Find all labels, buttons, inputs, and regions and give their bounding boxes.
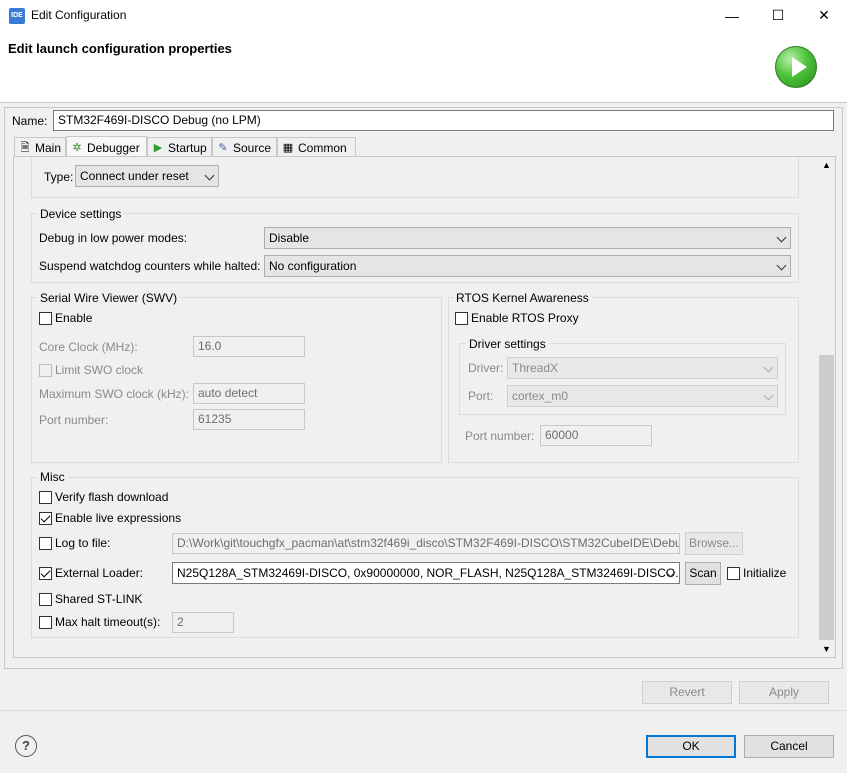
tab-source[interactable]: ✎ Source: [212, 137, 277, 157]
chevron-down-icon: [763, 390, 774, 401]
max-halt-label: Max halt timeout(s):: [55, 615, 161, 629]
scrollbar-thumb[interactable]: [819, 355, 834, 640]
swv-title: Serial Wire Viewer (SWV): [37, 291, 181, 305]
live-expressions-label: Enable live expressions: [55, 511, 182, 525]
type-label: Type:: [44, 170, 74, 184]
ide-app-icon: IDE: [9, 8, 25, 24]
maximize-button[interactable]: ☐: [755, 0, 801, 31]
tab-debugger[interactable]: ✲ Debugger: [66, 136, 147, 158]
limit-swo-label: Limit SWO clock: [55, 363, 144, 377]
external-loader-checkbox[interactable]: [39, 567, 52, 580]
log-to-file-checkbox[interactable]: [39, 537, 52, 550]
scroll-down-icon[interactable]: ▼: [818, 641, 835, 658]
max-swo-label: Maximum SWO clock (kHz):: [39, 387, 189, 401]
driver-settings-title: Driver settings: [466, 337, 549, 351]
apply-button[interactable]: Apply: [739, 681, 829, 704]
ok-button[interactable]: OK: [646, 735, 736, 758]
close-button[interactable]: ✕: [801, 0, 847, 31]
tab-startup[interactable]: ▶ Startup: [147, 137, 212, 157]
rtos-port-label: Port:: [468, 389, 494, 403]
bug-icon: ✲: [72, 141, 82, 154]
header-title: Edit launch configuration properties: [8, 41, 232, 56]
driver-label: Driver:: [468, 361, 504, 375]
rtos-enable-checkbox[interactable]: [455, 312, 468, 325]
external-loader-label: External Loader:: [55, 566, 144, 580]
swv-enable-checkbox[interactable]: [39, 312, 52, 325]
name-label: Name:: [12, 114, 48, 128]
rtos-port-number-input[interactable]: 60000: [540, 425, 652, 446]
low-power-label: Debug in low power modes:: [39, 231, 188, 245]
verify-flash-label: Verify flash download: [55, 490, 169, 504]
live-expressions-checkbox[interactable]: [39, 512, 52, 525]
swv-port-label: Port number:: [39, 413, 109, 427]
rtos-title: RTOS Kernel Awareness: [453, 291, 592, 305]
max-halt-input[interactable]: 2: [172, 612, 234, 633]
rtos-enable-label: Enable RTOS Proxy: [471, 311, 579, 325]
rtos-port-combo[interactable]: cortex_m0: [507, 385, 778, 407]
watchdog-combo[interactable]: No configuration: [264, 255, 791, 277]
source-icon: ✎: [218, 141, 228, 154]
swv-group: [31, 297, 442, 463]
max-swo-input[interactable]: auto detect: [193, 383, 305, 404]
reset-type-combo[interactable]: Connect under reset: [75, 165, 219, 187]
verify-flash-checkbox[interactable]: [39, 491, 52, 504]
swv-port-input[interactable]: 61235: [193, 409, 305, 430]
window-title: Edit Configuration: [31, 8, 127, 22]
name-input[interactable]: STM32F469I-DISCO Debug (no LPM): [53, 110, 834, 131]
swv-enable-label: Enable: [55, 311, 93, 325]
limit-swo-checkbox[interactable]: [39, 364, 52, 377]
shared-stlink-checkbox[interactable]: [39, 593, 52, 606]
revert-button[interactable]: Revert: [642, 681, 732, 704]
chevron-down-icon: [763, 362, 774, 373]
driver-combo[interactable]: ThreadX: [507, 357, 778, 379]
core-clock-input[interactable]: 16.0: [193, 336, 305, 357]
external-loader-combo[interactable]: N25Q128A_STM32469I-DISCO, 0x90000000, NO…: [172, 562, 680, 584]
run-icon: [775, 46, 817, 88]
scroll-up-icon[interactable]: ▲: [818, 157, 835, 174]
help-icon[interactable]: ?: [15, 735, 37, 757]
table-icon: ▦: [282, 141, 294, 154]
tab-common[interactable]: ▦ Common: [277, 137, 356, 157]
low-power-combo[interactable]: Disable: [264, 227, 791, 249]
rtos-port-number-label: Port number:: [465, 429, 535, 443]
chevron-down-icon: [204, 170, 215, 181]
shared-stlink-label: Shared ST-LINK: [55, 592, 143, 606]
browse-button[interactable]: Browse...: [685, 532, 743, 555]
initialize-label: Initialize: [743, 566, 787, 580]
initialize-checkbox[interactable]: [727, 567, 740, 580]
device-settings-title: Device settings: [37, 207, 125, 221]
chevron-down-icon: [776, 260, 787, 271]
misc-title: Misc: [37, 470, 68, 484]
watchdog-label: Suspend watchdog counters while halted:: [39, 259, 261, 273]
tab-main[interactable]: 🗎 Main: [14, 137, 66, 157]
log-to-file-label: Log to file:: [55, 536, 111, 550]
document-icon: 🗎: [20, 141, 30, 154]
chevron-down-icon: [776, 232, 787, 243]
max-halt-checkbox[interactable]: [39, 616, 52, 629]
footer-divider: [0, 710, 847, 711]
core-clock-label: Core Clock (MHz):: [39, 340, 138, 354]
minimize-button[interactable]: —: [709, 0, 755, 31]
log-path-input[interactable]: D:\Work\git\touchgfx_pacman\at\stm32f469…: [172, 533, 680, 554]
cancel-button[interactable]: Cancel: [744, 735, 834, 758]
play-icon: ▶: [153, 141, 163, 154]
scan-button[interactable]: Scan: [685, 562, 721, 585]
